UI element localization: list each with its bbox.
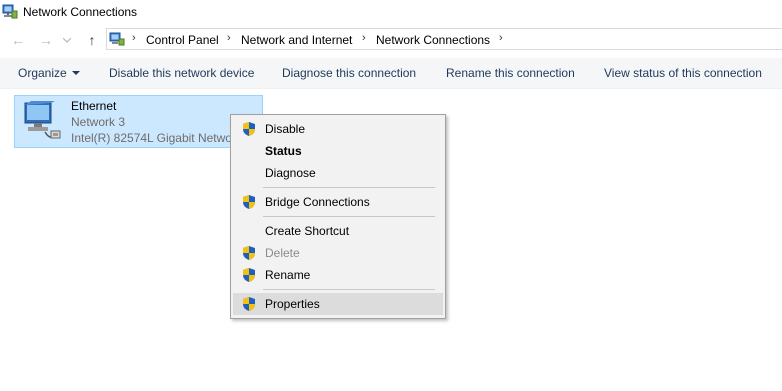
uac-shield-icon	[243, 246, 255, 260]
command-bar: Organize Disable this network device Dia…	[0, 58, 782, 89]
breadcrumb-network-connections[interactable]: Network Connections	[376, 33, 490, 47]
up-arrow-icon[interactable]: ↑	[84, 32, 100, 48]
diagnose-connection-button[interactable]: Diagnose this connection	[282, 66, 416, 80]
menu-separator	[263, 187, 435, 188]
view-status-button[interactable]: View status of this connection	[604, 66, 762, 80]
menu-separator	[263, 216, 435, 217]
menu-item-label: Create Shortcut	[265, 224, 350, 238]
breadcrumb-separator-icon[interactable]: ›	[362, 32, 366, 44]
network-adapter-icon	[24, 101, 61, 139]
menu-item-rename[interactable]: Rename	[233, 264, 443, 286]
menu-item-status[interactable]: Status	[233, 140, 443, 162]
address-bar[interactable]: › Control Panel › Network and Internet ›…	[106, 28, 782, 50]
menu-item-delete: Delete	[233, 242, 443, 264]
uac-shield-icon	[243, 268, 255, 282]
context-menu: Disable Status Diagnose Bridge Connectio…	[230, 114, 446, 319]
breadcrumb-separator-icon[interactable]: ›	[132, 32, 136, 44]
menu-item-label: Disable	[265, 122, 306, 136]
network-connections-icon	[2, 4, 18, 19]
menu-item-label: Properties	[265, 297, 320, 311]
rename-connection-button[interactable]: Rename this connection	[446, 66, 575, 80]
menu-item-label: Delete	[265, 246, 300, 260]
recent-locations-chevron-icon[interactable]	[62, 32, 72, 48]
menu-item-label: Rename	[265, 268, 311, 282]
breadcrumb-separator-icon[interactable]: ›	[227, 32, 231, 44]
control-panel-icon	[109, 32, 125, 46]
organize-label: Organize	[18, 66, 67, 80]
menu-item-label: Diagnose	[265, 166, 316, 180]
forward-arrow-icon[interactable]: →	[38, 32, 54, 48]
window-title: Network Connections	[23, 5, 138, 19]
back-arrow-icon[interactable]: ←	[10, 32, 26, 48]
connection-adapter: Intel(R) 82574L Gigabit Network Connecti…	[71, 131, 231, 145]
menu-item-properties[interactable]: Properties	[233, 293, 443, 315]
uac-shield-icon	[243, 195, 255, 209]
menu-item-bridge-connections[interactable]: Bridge Connections	[233, 191, 443, 213]
breadcrumb-control-panel[interactable]: Control Panel	[146, 33, 219, 47]
uac-shield-icon	[243, 297, 255, 311]
menu-item-diagnose[interactable]: Diagnose	[233, 162, 443, 184]
connection-network: Network 3	[71, 115, 126, 129]
menu-item-disable[interactable]: Disable	[233, 118, 443, 140]
uac-shield-icon	[243, 122, 255, 136]
disable-device-button[interactable]: Disable this network device	[109, 66, 254, 80]
menu-item-create-shortcut[interactable]: Create Shortcut	[233, 220, 443, 242]
menu-item-label: Bridge Connections	[265, 195, 370, 209]
ethernet-connection-item[interactable]: Ethernet Network 3 Intel(R) 82574L Gigab…	[14, 95, 263, 148]
organize-button[interactable]: Organize	[18, 66, 80, 80]
dropdown-arrow-icon	[71, 70, 80, 75]
title-bar: Network Connections	[0, 0, 782, 24]
connection-name: Ethernet	[71, 99, 117, 113]
menu-separator	[263, 289, 435, 290]
breadcrumb-network-and-internet[interactable]: Network and Internet	[241, 33, 352, 47]
breadcrumb-separator-icon[interactable]: ›	[499, 32, 503, 44]
menu-item-label: Status	[265, 144, 302, 158]
